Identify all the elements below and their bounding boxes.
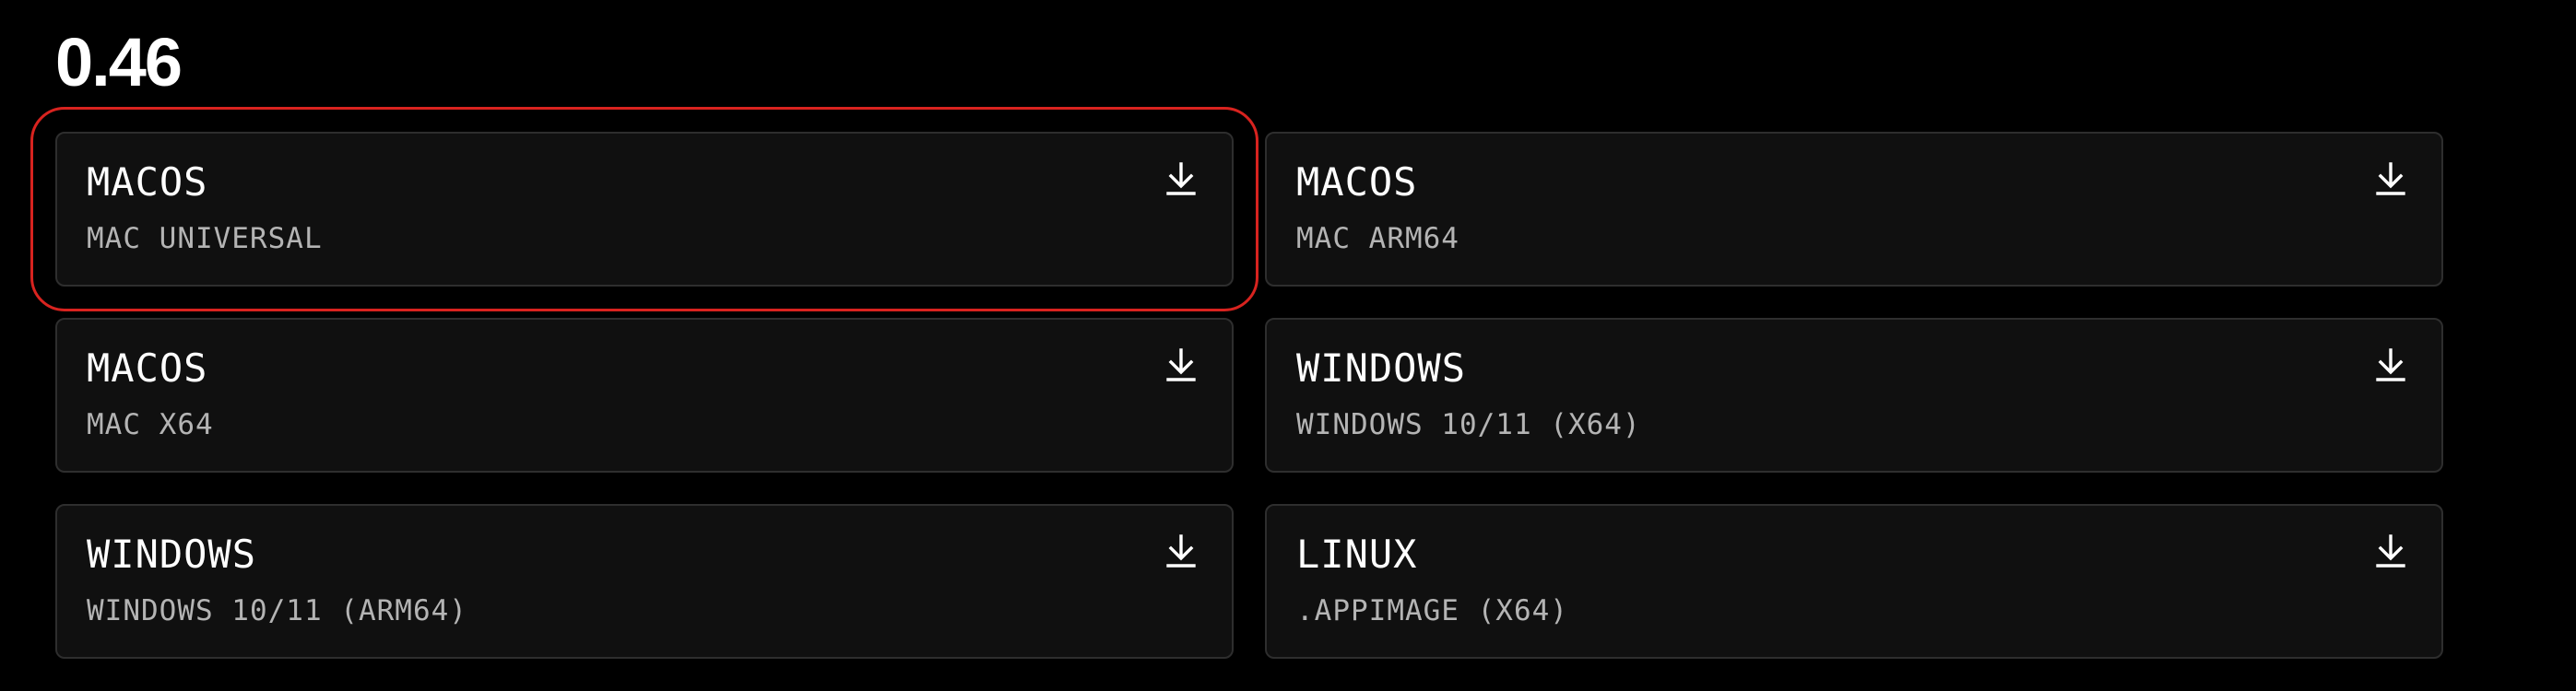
download-card-windows-arm64[interactable]: WINDOWS WINDOWS 10/11 (ARM64)	[55, 504, 1234, 659]
variant-label: MAC UNIVERSAL	[87, 222, 323, 255]
download-card-windows-x64[interactable]: WINDOWS WINDOWS 10/11 (X64)	[1265, 318, 2443, 473]
download-card-linux-appimage[interactable]: LINUX .APPIMAGE (X64)	[1265, 504, 2443, 659]
download-icon[interactable]	[2375, 347, 2406, 382]
download-icon[interactable]	[2375, 533, 2406, 568]
variant-label: WINDOWS 10/11 (X64)	[1296, 408, 1641, 441]
version-title: 0.46	[55, 24, 183, 100]
os-name: MACOS	[87, 159, 208, 205]
download-grid: MACOS MAC UNIVERSAL MACOS MAC ARM64 MACO…	[30, 107, 2443, 659]
variant-label: WINDOWS 10/11 (ARM64)	[87, 594, 467, 627]
variant-label: MAC X64	[87, 408, 214, 441]
os-name: MACOS	[87, 346, 208, 391]
variant-label: .APPIMAGE (X64)	[1296, 594, 1568, 627]
download-icon[interactable]	[1165, 161, 1197, 196]
os-name: LINUX	[1296, 532, 1418, 577]
download-card-mac-arm64[interactable]: MACOS MAC ARM64	[1265, 132, 2443, 287]
download-card-mac-universal[interactable]: MACOS MAC UNIVERSAL	[30, 107, 1258, 311]
download-icon[interactable]	[2375, 161, 2406, 196]
os-name: WINDOWS	[1296, 346, 1467, 391]
os-name: MACOS	[1296, 159, 1418, 205]
os-name: WINDOWS	[87, 532, 257, 577]
download-icon[interactable]	[1165, 533, 1197, 568]
download-icon[interactable]	[1165, 347, 1197, 382]
download-card-mac-x64[interactable]: MACOS MAC X64	[55, 318, 1234, 473]
variant-label: MAC ARM64	[1296, 222, 1459, 255]
